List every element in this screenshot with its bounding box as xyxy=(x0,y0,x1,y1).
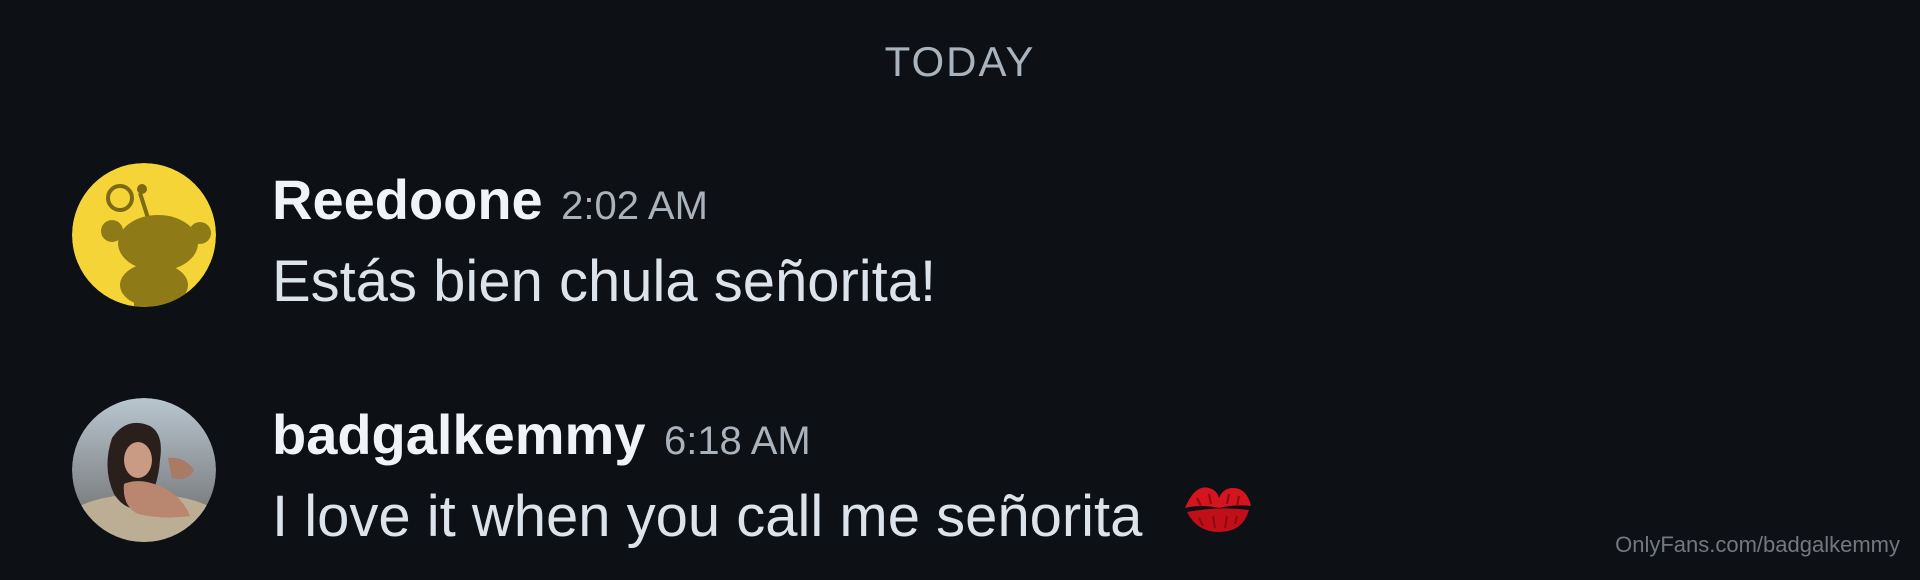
profile-photo-avatar[interactable] xyxy=(72,398,216,542)
timestamp: 2:02 AM xyxy=(561,184,708,228)
watermark: OnlyFans.com/badgalkemmy xyxy=(1615,532,1900,557)
kiss-mark-emoji-icon xyxy=(1179,478,1255,553)
timestamp: 6:18 AM xyxy=(663,419,811,463)
snoo-icon xyxy=(72,163,216,307)
reddit-snoo-avatar[interactable] xyxy=(72,163,216,307)
message-text-row: I love it when you call me señorita xyxy=(272,483,1255,553)
profile-photo-icon xyxy=(72,398,216,542)
message-item: Reedoone 2:02 AM Estás bien chula señori… xyxy=(72,160,1872,314)
message-text: Estás bien chula señorita! xyxy=(272,249,937,314)
username[interactable]: Reedoone xyxy=(272,168,543,231)
date-divider: TODAY xyxy=(884,38,1036,85)
message-header: Reedoone 2:02 AM xyxy=(272,168,708,238)
username[interactable]: badgalkemmy xyxy=(272,403,646,466)
message-item: badgalkemmy 6:18 AM I love it when you c… xyxy=(72,395,1872,549)
message-text: I love it when you call me señorita xyxy=(272,484,1143,549)
message-header: badgalkemmy 6:18 AM xyxy=(272,403,811,473)
